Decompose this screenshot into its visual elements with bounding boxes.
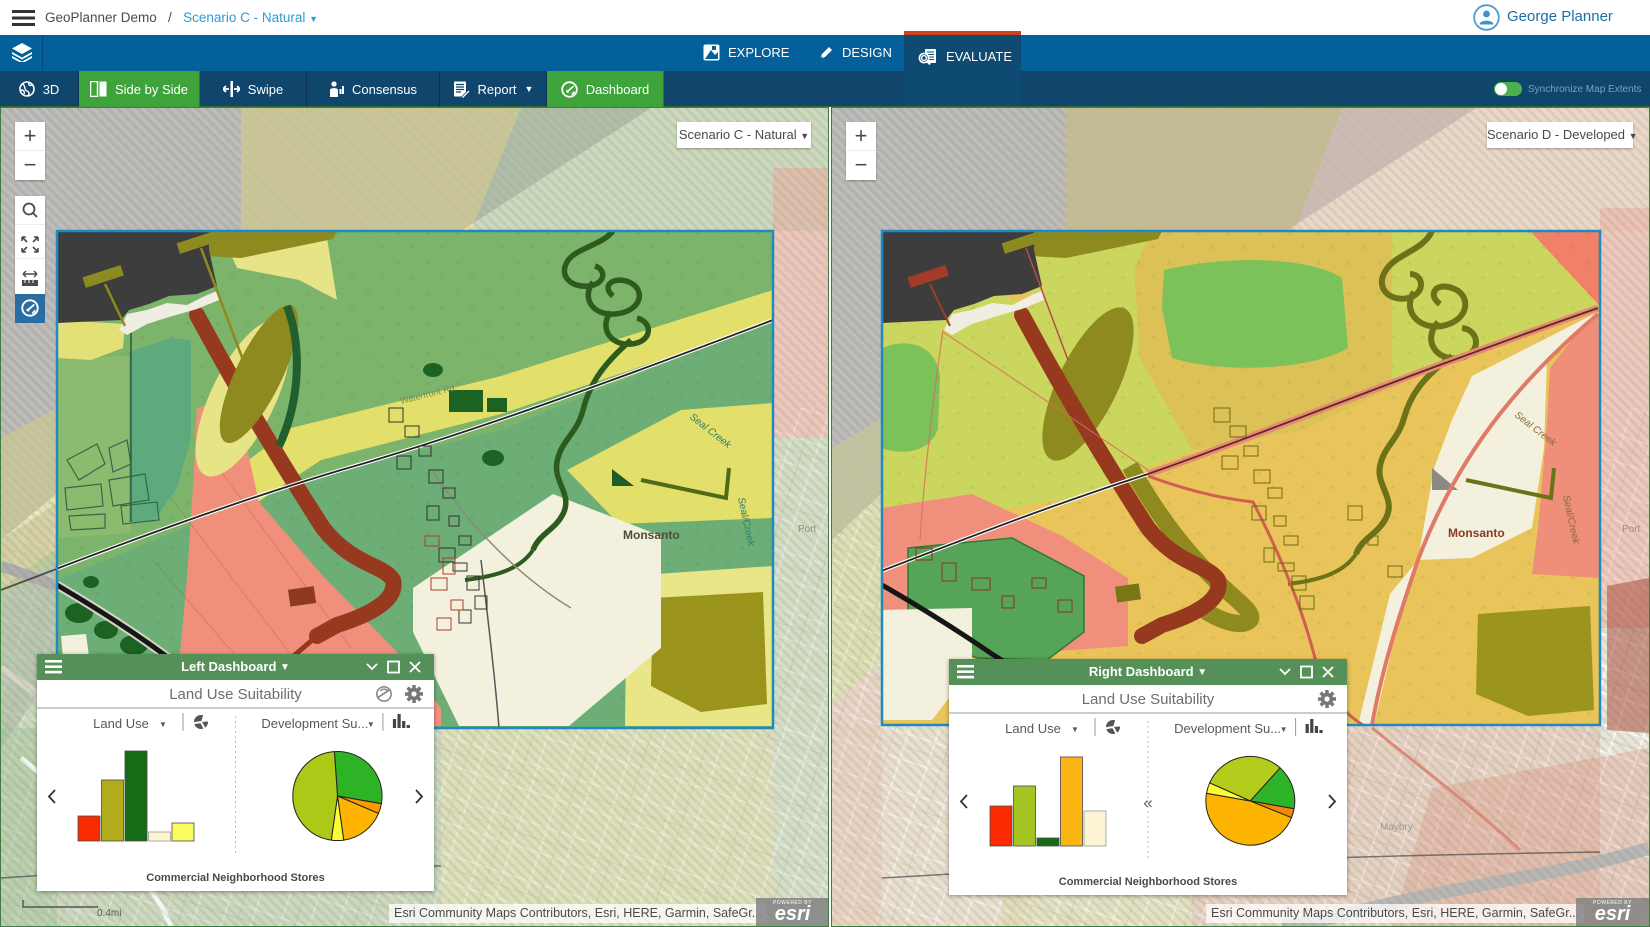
svg-text:0.4mi: 0.4mi	[97, 908, 121, 918]
svg-text:Maybry: Maybry	[1380, 822, 1413, 833]
svg-text:Development Su...: Development Su...	[261, 716, 368, 731]
svg-text:Development Su...: Development Su...	[1174, 721, 1281, 736]
svg-text:Commercial Neighborhood Stores: Commercial Neighborhood Stores	[1059, 876, 1237, 888]
svg-text:▼: ▼	[1071, 725, 1079, 734]
svg-text:Land Use Suitability: Land Use Suitability	[1082, 691, 1215, 708]
svg-text:Land Use: Land Use	[1005, 721, 1061, 736]
svg-text:Monsanto: Monsanto	[1448, 526, 1505, 540]
svg-text:Port: Port	[1622, 524, 1641, 535]
svg-text:▼: ▼	[1280, 725, 1288, 734]
svg-text:«: «	[1143, 793, 1152, 812]
svg-text:▼: ▼	[159, 720, 167, 729]
svg-text:Monsanto: Monsanto	[623, 528, 680, 542]
svg-text:Commercial Neighborhood Stores: Commercial Neighborhood Stores	[146, 872, 324, 884]
svg-text:Land Use Suitability: Land Use Suitability	[169, 686, 302, 703]
svg-text:▼: ▼	[367, 720, 375, 729]
svg-text:Port: Port	[798, 524, 817, 535]
svg-text:Land Use: Land Use	[93, 716, 149, 731]
